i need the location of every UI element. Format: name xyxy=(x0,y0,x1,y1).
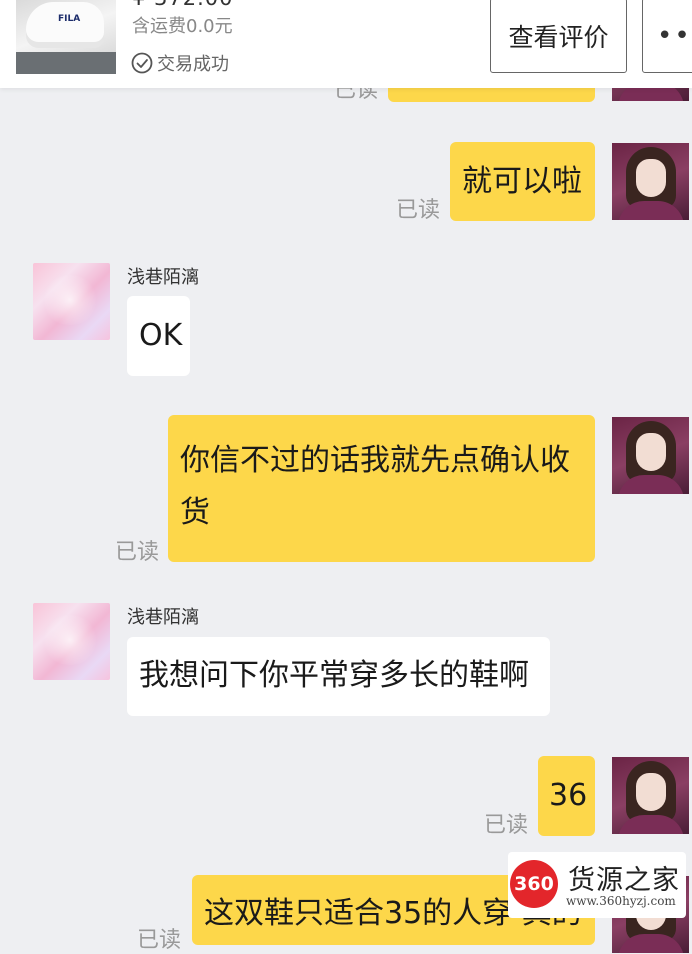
watermark-title: 货源之家 xyxy=(568,865,680,896)
message-bubble[interactable]: 就可以啦 xyxy=(450,142,595,221)
status-label: 交易成功 xyxy=(157,54,229,75)
seller-avatar[interactable] xyxy=(612,757,689,834)
seller-avatar[interactable] xyxy=(612,417,689,494)
seller-avatar[interactable] xyxy=(612,143,689,220)
read-status: 已读 xyxy=(137,928,182,953)
order-price: ¥ 372.00 xyxy=(132,0,234,10)
product-thumbnail[interactable]: FILA xyxy=(16,0,116,74)
order-card[interactable]: FILA ¥ 372.00 含运费0.0元 交易成功 查看评价 ••• xyxy=(0,0,692,88)
message-bubble[interactable]: 我想问下你平常穿多长的鞋啊 xyxy=(127,637,550,716)
sender-name: 浅巷陌漓 xyxy=(127,607,199,628)
order-status: 交易成功 xyxy=(131,50,229,76)
read-status: 已读 xyxy=(396,198,441,223)
view-review-button[interactable]: 查看评价 xyxy=(490,0,627,73)
check-circle-icon xyxy=(131,52,153,74)
read-status: 已读 xyxy=(484,813,529,838)
watermark-url: www.360hyzj.com xyxy=(566,894,676,908)
site-watermark: 360 货源之家 www.360hyzj.com xyxy=(508,852,686,918)
more-button[interactable]: ••• xyxy=(642,0,692,73)
read-status: 已读 xyxy=(115,540,160,565)
message-bubble[interactable]: 36 xyxy=(538,756,595,836)
buyer-avatar[interactable] xyxy=(33,603,110,680)
buyer-avatar[interactable] xyxy=(33,263,110,340)
brand-logo: FILA xyxy=(58,14,81,24)
sender-name: 浅巷陌漓 xyxy=(127,267,199,288)
chat-area[interactable]: 已读 已读 就可以啦 浅巷陌漓 OK 已读 你信不过的话我就先点确认收货 浅巷陌… xyxy=(0,0,692,953)
brand-badge-icon: 360 xyxy=(510,860,558,908)
shipping-fee: 含运费0.0元 xyxy=(132,16,233,37)
message-bubble[interactable]: 你信不过的话我就先点确认收货 xyxy=(168,415,595,562)
message-bubble[interactable]: OK xyxy=(127,296,190,376)
